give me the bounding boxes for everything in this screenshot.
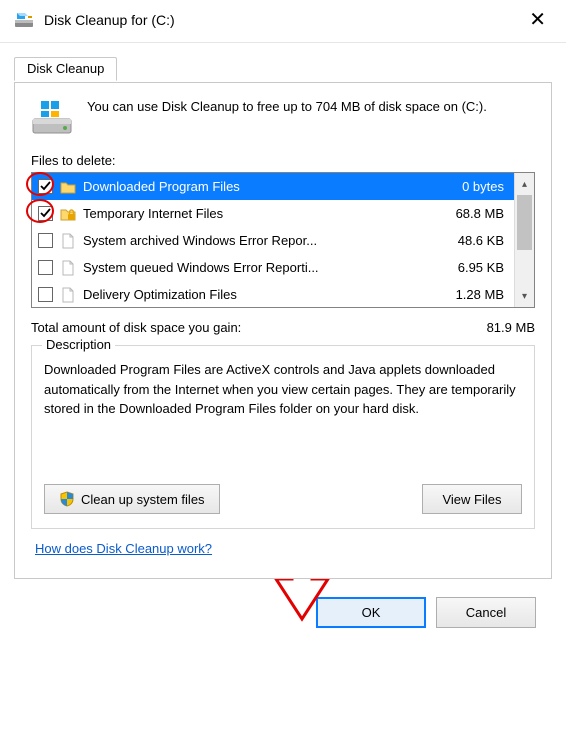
ok-button[interactable]: OK — [316, 597, 426, 628]
clean-system-files-label: Clean up system files — [81, 492, 205, 507]
list-item-name: System queued Windows Error Reporti... — [83, 260, 422, 275]
files-list: Downloaded Program Files 0 bytes Temporary… — [31, 172, 535, 308]
ok-label: OK — [362, 605, 381, 620]
clean-system-files-button[interactable]: Clean up system files — [44, 484, 220, 514]
list-item-name: Delivery Optimization Files — [83, 287, 422, 302]
list-item[interactable]: Downloaded Program Files 0 bytes — [32, 173, 514, 200]
window-title: Disk Cleanup for (C:) — [44, 12, 521, 28]
folder-icon — [59, 178, 77, 196]
checkbox[interactable] — [38, 233, 53, 248]
list-item-name: Temporary Internet Files — [83, 206, 422, 221]
scroll-thumb[interactable] — [517, 195, 532, 250]
checkbox[interactable] — [38, 179, 53, 194]
list-item-name: Downloaded Program Files — [83, 179, 422, 194]
list-item-size: 6.95 KB — [428, 260, 508, 275]
view-files-label: View Files — [442, 492, 501, 507]
file-icon — [59, 286, 77, 304]
list-item-name: System archived Windows Error Repor... — [83, 233, 422, 248]
checkbox[interactable] — [38, 260, 53, 275]
list-item-size: 48.6 KB — [428, 233, 508, 248]
list-item[interactable]: Delivery Optimization Files 1.28 MB — [32, 281, 514, 307]
total-value: 81.9 MB — [487, 320, 535, 335]
total-label: Total amount of disk space you gain: — [31, 320, 241, 335]
description-group: Description Downloaded Program Files are… — [31, 345, 535, 529]
tab-strip: Disk Cleanup — [14, 57, 552, 83]
files-to-delete-label: Files to delete: — [31, 153, 535, 168]
intro-text: You can use Disk Cleanup to free up to 7… — [87, 97, 487, 137]
tab-disk-cleanup[interactable]: Disk Cleanup — [14, 57, 117, 81]
list-item[interactable]: System archived Windows Error Repor... 48… — [32, 227, 514, 254]
cancel-button[interactable]: Cancel — [436, 597, 536, 628]
scroll-down-icon[interactable]: ▾ — [515, 285, 534, 307]
disk-cleanup-icon — [14, 10, 34, 30]
cancel-label: Cancel — [466, 605, 506, 620]
list-item[interactable]: System queued Windows Error Reporti... 6.… — [32, 254, 514, 281]
list-item[interactable]: Temporary Internet Files 68.8 MB — [32, 200, 514, 227]
help-link[interactable]: How does Disk Cleanup work? — [35, 541, 212, 556]
shield-icon — [59, 491, 75, 507]
lock-icon — [59, 205, 77, 223]
titlebar: Disk Cleanup for (C:) ✕ — [0, 0, 566, 43]
close-icon[interactable]: ✕ — [521, 8, 554, 32]
description-heading: Description — [42, 337, 115, 352]
list-item-size: 68.8 MB — [428, 206, 508, 221]
file-icon — [59, 232, 77, 250]
checkbox[interactable] — [38, 206, 53, 221]
checkbox[interactable] — [38, 287, 53, 302]
view-files-button[interactable]: View Files — [422, 484, 522, 514]
drive-icon — [31, 97, 73, 137]
description-text: Downloaded Program Files are ActiveX con… — [44, 360, 522, 472]
tab-panel: You can use Disk Cleanup to free up to 7… — [14, 82, 552, 579]
list-item-size: 0 bytes — [428, 179, 508, 194]
scroll-up-icon[interactable]: ▴ — [515, 173, 534, 195]
file-icon — [59, 259, 77, 277]
scrollbar[interactable]: ▴ ▾ — [514, 173, 534, 307]
list-item-size: 1.28 MB — [428, 287, 508, 302]
